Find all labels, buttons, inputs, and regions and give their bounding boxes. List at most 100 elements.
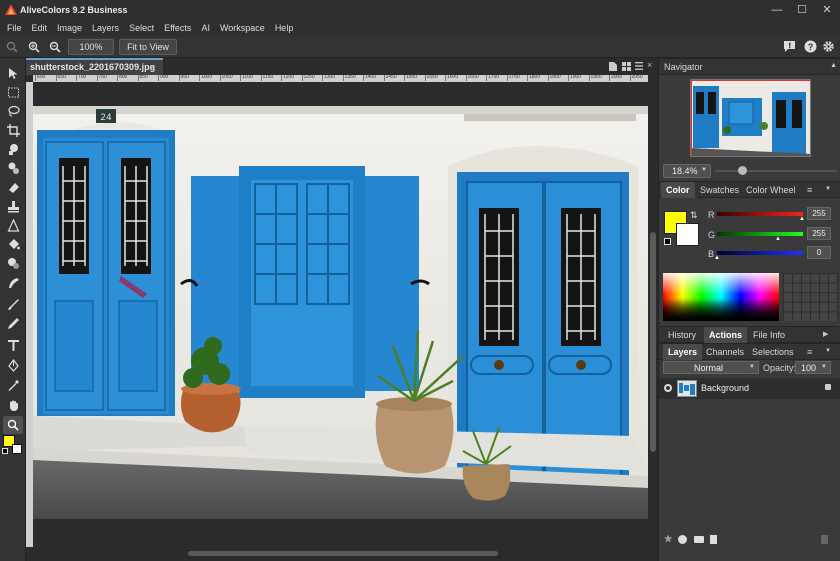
maximize-button[interactable]: ☐ <box>790 0 814 20</box>
ruler-tick-label: 600 <box>35 75 46 81</box>
reset-colors-icon[interactable] <box>2 448 8 454</box>
layers-panel-menu-icon[interactable]: ≡ <box>807 347 812 357</box>
background-color-swatch[interactable] <box>12 444 22 454</box>
layer-effects-icon[interactable] <box>678 535 687 544</box>
marquee-tool-icon[interactable] <box>3 83 23 101</box>
menu-file[interactable]: File <box>2 20 27 37</box>
eyedropper-tool-icon[interactable] <box>3 376 23 394</box>
tab-actions[interactable]: Actions <box>704 327 748 343</box>
navigator-zoom-dropdown[interactable]: 18.4% ▼ <box>663 164 711 178</box>
blend-mode-dropdown[interactable]: Normal ▼ <box>663 361 759 374</box>
tab-color[interactable]: Color <box>661 182 695 198</box>
dodge-burn-icon[interactable] <box>3 254 23 272</box>
close-tab-icon[interactable]: × <box>150 60 155 74</box>
menu-effects[interactable]: Effects <box>159 20 196 37</box>
notification-icon[interactable] <box>782 39 797 54</box>
menu-edit[interactable]: Edit <box>27 20 53 37</box>
pencil-tool-icon[interactable] <box>3 314 23 332</box>
zoom-100-button[interactable]: 100% <box>68 39 114 55</box>
tab-file-info[interactable]: File Info <box>748 327 790 343</box>
blue-value-field[interactable]: 0 <box>807 246 831 259</box>
menu-ai[interactable]: AI <box>196 20 215 37</box>
default-colors-icon[interactable] <box>664 238 671 245</box>
menu-layers[interactable]: Layers <box>87 20 124 37</box>
navigator-collapse-icon[interactable]: ▲ <box>830 62 837 69</box>
settings-gear-icon[interactable] <box>821 39 836 54</box>
color-panel-collapse-icon[interactable]: ▼ <box>825 186 831 192</box>
tab-history[interactable]: History <box>663 327 701 343</box>
horizontal-scrollbar[interactable] <box>33 547 648 561</box>
smudge-tool-icon[interactable] <box>3 273 23 291</box>
ruler-tick-label: 650 <box>55 75 66 81</box>
tab-swatches[interactable]: Swatches <box>695 182 744 198</box>
opacity-field[interactable]: 100 ▼ <box>795 361 831 374</box>
tab-channels[interactable]: Channels <box>701 344 749 360</box>
vertical-scroll-thumb[interactable] <box>650 232 656 452</box>
navigator-zoom-slider-thumb[interactable] <box>738 166 747 175</box>
ruler-tick-label: 1850 <box>547 75 561 81</box>
eye-icon[interactable] <box>664 384 672 392</box>
layer-row[interactable]: Background <box>659 378 840 399</box>
clone-stamp-icon[interactable] <box>3 159 23 177</box>
green-slider[interactable] <box>717 232 803 236</box>
history-panel-expand-icon[interactable]: ▶ <box>823 330 828 338</box>
document-tab[interactable]: shutterstock_2201670309.jpg × <box>26 58 163 75</box>
navigator-zoom-slider[interactable] <box>715 166 837 175</box>
healing-brush-icon[interactable] <box>3 140 23 158</box>
layers-footer: ✯ <box>659 534 840 548</box>
navigator-header: Navigator ▲ <box>659 58 840 75</box>
close-document-icon[interactable]: × <box>647 60 652 70</box>
color-panel-menu-icon[interactable]: ≡ <box>807 185 812 195</box>
zoom-tool-icon[interactable] <box>3 416 23 434</box>
menu-workspace[interactable]: Workspace <box>215 20 270 37</box>
document-menu-icon[interactable] <box>634 61 644 71</box>
green-slider-thumb[interactable]: ▲ <box>775 236 781 242</box>
bg-color-swatch[interactable] <box>676 223 699 246</box>
ruler-tick-label: 950 <box>178 75 189 81</box>
menu-image[interactable]: Image <box>52 20 87 37</box>
new-adjustment-layer-icon[interactable]: ✯ <box>664 534 672 545</box>
vertical-scrollbar[interactable] <box>649 82 658 547</box>
crop-tool-icon[interactable] <box>3 121 23 139</box>
eraser-tool-icon[interactable] <box>3 178 23 196</box>
recent-colors-grid[interactable] <box>783 273 838 321</box>
close-window-button[interactable]: ✕ <box>815 0 839 20</box>
lasso-tool-icon[interactable] <box>3 102 23 120</box>
stamp-tool-icon[interactable] <box>3 197 23 215</box>
menu-select[interactable]: Select <box>124 20 159 37</box>
brush-tool-icon[interactable] <box>3 295 23 313</box>
hand-tool-icon[interactable] <box>3 396 23 414</box>
delete-layer-icon[interactable] <box>821 535 828 544</box>
layers-panel-collapse-icon[interactable]: ▼ <box>825 348 831 354</box>
move-tool-icon[interactable] <box>3 64 23 82</box>
blue-slider[interactable] <box>717 251 803 255</box>
navigator-thumbnail[interactable] <box>690 79 811 157</box>
zoom-out-icon[interactable] <box>48 40 62 54</box>
swap-colors-icon[interactable]: ⇅ <box>690 210 698 221</box>
zoom-in-icon[interactable] <box>27 40 41 54</box>
menu-help[interactable]: Help <box>270 20 299 37</box>
horizontal-scroll-thumb[interactable] <box>188 551 498 556</box>
color-spectrum[interactable] <box>663 273 779 321</box>
new-group-folder-icon[interactable] <box>694 536 704 543</box>
pen-tool-icon[interactable] <box>3 356 23 374</box>
sharpen-tool-icon[interactable] <box>3 216 23 234</box>
text-tool-icon[interactable] <box>3 336 23 354</box>
new-document-icon[interactable] <box>608 61 618 71</box>
tile-view-icon[interactable] <box>621 61 631 71</box>
tab-color-wheel[interactable]: Color Wheel <box>741 182 801 198</box>
red-slider-thumb[interactable]: ▲ <box>799 216 805 222</box>
ruler-tick-label: 2050 <box>629 75 643 81</box>
image-canvas[interactable]: 24 <box>33 106 648 519</box>
fill-bucket-icon[interactable] <box>3 235 23 253</box>
fit-to-view-button[interactable]: Fit to View <box>119 39 177 55</box>
minimize-button[interactable]: — <box>765 0 789 20</box>
green-value-field[interactable]: 255 <box>807 227 831 240</box>
tab-selections[interactable]: Selections <box>747 344 799 360</box>
tab-layers[interactable]: Layers <box>663 344 703 360</box>
red-slider[interactable] <box>717 212 803 216</box>
help-icon[interactable]: ? <box>803 39 818 54</box>
red-value-field[interactable]: 255 <box>807 207 831 220</box>
blue-slider-thumb[interactable]: ▲ <box>714 255 720 261</box>
new-layer-icon[interactable] <box>710 535 717 544</box>
